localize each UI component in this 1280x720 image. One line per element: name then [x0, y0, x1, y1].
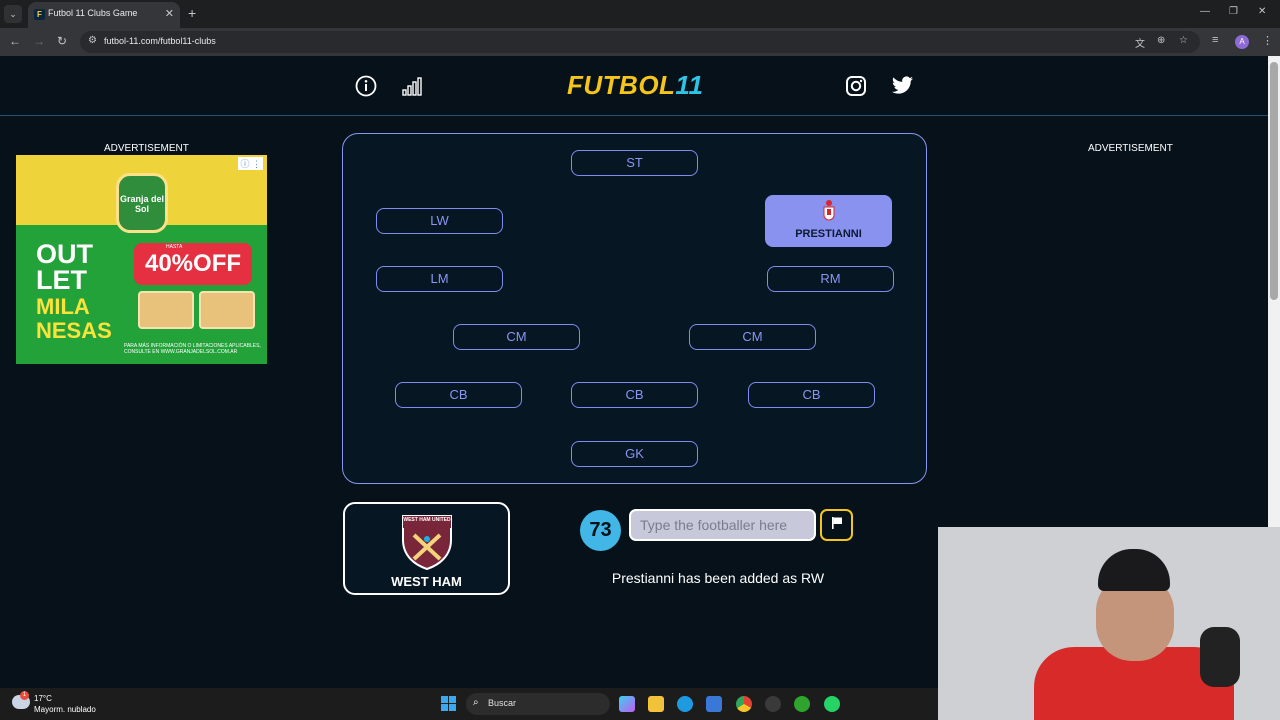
formation-pitch: ST LW PRESTIANNI LM RM CM CM CB CB CB GK: [342, 133, 927, 484]
browser-toolbar: ← → ↻ ⚙ futbol-11.com/futbol11-clubs 文 ⊕…: [0, 28, 1280, 56]
position-slot-st[interactable]: ST: [571, 150, 698, 176]
weather-description[interactable]: Mayorm. nublado: [34, 705, 96, 714]
minimize-icon[interactable]: —: [1200, 6, 1210, 17]
profile-avatar[interactable]: A: [1235, 35, 1249, 49]
advertisement-label-left: ADVERTISEMENT: [104, 143, 189, 154]
position-slot-lm[interactable]: LM: [376, 266, 503, 292]
ad-subheadline-line-1: MILA: [36, 294, 90, 319]
obs-icon[interactable]: [765, 696, 781, 712]
reading-list-icon[interactable]: ≡: [1212, 34, 1218, 46]
browser-tab-bar: ⌄ F Futbol 11 Clubs Game ✕ + — ❐ ✕: [0, 0, 1280, 28]
club-crest-text: WEST HAM UNITED: [403, 517, 451, 523]
ad-product-image: [138, 291, 194, 329]
tab-search-button[interactable]: ⌄: [4, 5, 22, 23]
close-window-icon[interactable]: ✕: [1258, 6, 1266, 17]
current-club-card: WEST HAM UNITED WEST HAM: [343, 502, 510, 595]
microsoft-store-icon[interactable]: [706, 696, 722, 712]
twitter-icon[interactable]: [891, 75, 914, 97]
give-up-flag-button[interactable]: [820, 509, 853, 541]
whatsapp-icon[interactable]: [824, 696, 840, 712]
position-slot-rw-filled[interactable]: PRESTIANNI: [765, 195, 892, 247]
restore-icon[interactable]: ❐: [1229, 6, 1238, 17]
new-tab-button[interactable]: +: [188, 5, 196, 21]
close-tab-icon[interactable]: ✕: [165, 7, 174, 20]
site-info-icon[interactable]: ⚙: [88, 35, 97, 46]
taskbar-search[interactable]: ⌕ Buscar: [466, 693, 610, 715]
countdown-timer: 73: [580, 510, 621, 551]
file-explorer-icon[interactable]: [648, 696, 664, 712]
advertisement-label-right: ADVERTISEMENT: [1088, 143, 1173, 154]
position-slot-cb-center[interactable]: CB: [571, 382, 698, 408]
browser-tab[interactable]: F Futbol 11 Clubs Game ✕: [28, 2, 180, 28]
ad-fine-print: PARA MÁS INFORMACIÓN O LIMITACIONES APLI…: [124, 343, 261, 355]
reload-icon[interactable]: ↻: [57, 34, 67, 48]
site-header: FUTBOL11: [0, 56, 1268, 116]
footballer-search-input[interactable]: [629, 509, 816, 541]
club-name: WEST HAM: [391, 574, 462, 589]
info-icon[interactable]: [355, 75, 377, 97]
ad-headline-line-2: LET: [36, 265, 87, 295]
stats-icon[interactable]: [401, 75, 423, 97]
weather-temperature[interactable]: 17°C: [34, 694, 52, 703]
position-slot-cm-right[interactable]: CM: [689, 324, 816, 350]
futbol11-logo[interactable]: FUTBOL11: [567, 70, 703, 101]
position-slot-lw[interactable]: LW: [376, 208, 503, 234]
tab-title: Futbol 11 Clubs Game: [48, 8, 138, 18]
ad-product-image: [199, 291, 255, 329]
position-slot-cm-left[interactable]: CM: [453, 324, 580, 350]
forward-arrow-icon[interactable]: →: [33, 34, 45, 48]
browser-menu-icon[interactable]: ⋮: [1262, 34, 1273, 47]
status-message: Prestianni has been added as RW: [611, 570, 825, 586]
ad-headline: OUT LET: [36, 239, 93, 295]
ad-headline-line-1: OUT: [36, 239, 93, 269]
ad-info-icon[interactable]: ⓘ ⋮: [238, 157, 263, 170]
flag-icon: [831, 517, 842, 529]
logo-text: FUTBOL: [567, 70, 676, 100]
advertisement-banner[interactable]: Granja del Sol ⓘ ⋮ OUT LET MILA NESAS 40…: [16, 155, 267, 364]
ad-brand-logo: Granja del Sol: [116, 173, 168, 233]
copilot-icon[interactable]: [619, 696, 635, 712]
weather-badge: 1: [20, 691, 29, 700]
position-slot-cb-right[interactable]: CB: [748, 382, 875, 408]
ad-discount: 40%OFF: [144, 250, 242, 277]
back-arrow-icon[interactable]: ←: [9, 34, 21, 48]
xbox-icon[interactable]: [794, 696, 810, 712]
url-text[interactable]: futbol-11.com/futbol11-clubs: [104, 36, 216, 46]
taskbar-search-placeholder: Buscar: [488, 698, 517, 708]
logo-number: 11: [675, 70, 704, 100]
webcam-microphone: [1200, 627, 1240, 687]
chrome-icon[interactable]: [736, 696, 752, 712]
position-player-name: PRESTIANNI: [795, 228, 862, 240]
search-icon: ⌕: [473, 697, 479, 708]
translate-icon[interactable]: 文: [1135, 35, 1145, 50]
bookmark-star-icon[interactable]: ☆: [1179, 35, 1188, 46]
windows-start-icon[interactable]: [441, 696, 456, 711]
scrollbar-thumb[interactable]: [1270, 62, 1278, 300]
zoom-icon[interactable]: ⊕: [1157, 35, 1165, 46]
futbol11-favicon-icon: F: [34, 9, 45, 20]
position-slot-cb-left[interactable]: CB: [395, 382, 522, 408]
instagram-icon[interactable]: [845, 75, 867, 97]
windows-taskbar: 1 17°C Mayorm. nublado ⌕ Buscar: [0, 688, 938, 720]
edge-browser-icon[interactable]: [677, 696, 693, 712]
position-slot-gk[interactable]: GK: [571, 441, 698, 467]
screen: ⌄ F Futbol 11 Clubs Game ✕ + — ❐ ✕ ← → ↻…: [0, 0, 1280, 720]
ad-subheadline-line-2: NESAS: [36, 318, 112, 343]
ad-discount-badge: 40%OFF: [134, 243, 252, 285]
address-bar[interactable]: ⚙ futbol-11.com/futbol11-clubs 文 ⊕ ☆: [80, 31, 1200, 53]
ad-discount-prefix: HASTA: [166, 244, 183, 250]
position-slot-rm[interactable]: RM: [767, 266, 894, 292]
ad-subheadline: MILA NESAS: [36, 295, 112, 343]
benfica-crest-icon: [823, 200, 835, 221]
webcam-overlay: [938, 527, 1280, 720]
